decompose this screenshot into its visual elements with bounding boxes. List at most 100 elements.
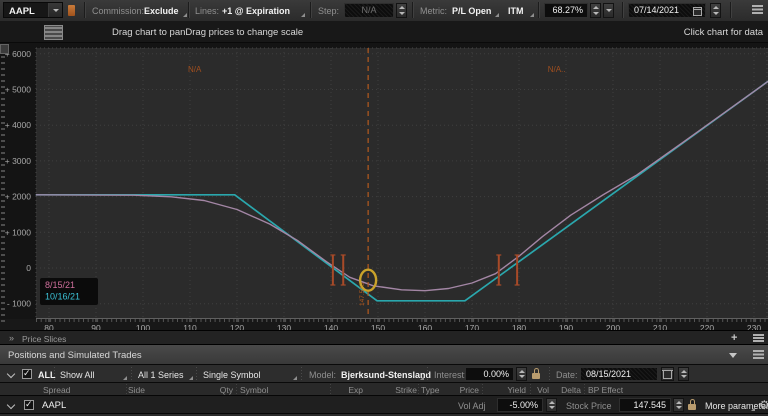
stock-price-lock-icon[interactable] [688, 399, 697, 411]
probability-input[interactable]: 68.27% [544, 3, 588, 18]
model-date-input[interactable]: 08/15/2021 [580, 367, 658, 381]
date-stepper[interactable] [710, 3, 721, 18]
dropdown-fold-icon [495, 13, 499, 17]
price-slices-menu-button[interactable] [753, 334, 765, 343]
check-icon: ✓ [25, 399, 33, 409]
x-axis-label: 160 [418, 323, 432, 330]
vol-adj-stepper[interactable] [546, 398, 557, 412]
x-axis-label: 170 [465, 323, 479, 330]
symbol-dropdown-arrow[interactable] [48, 3, 62, 17]
divider [538, 2, 539, 18]
divider [131, 367, 132, 381]
vol-adj-label: Vol Adj [458, 401, 486, 411]
dropdown-fold-icon [123, 376, 127, 380]
dropdown-fold-icon [530, 13, 534, 17]
stock-price-stepper[interactable] [673, 398, 684, 412]
price-slices-row[interactable]: » Price Slices + [0, 330, 768, 345]
chart-scrollbar-track[interactable] [1, 56, 5, 326]
y-axis-label: + 1000 [5, 227, 32, 237]
divider [549, 367, 550, 381]
model-dropdown[interactable]: Bjerksund-Stensland [341, 370, 431, 380]
calendar-icon[interactable] [693, 7, 702, 16]
y-axis-label: + 2000 [5, 192, 32, 202]
chevron-down-icon[interactable] [7, 401, 15, 409]
na-label: N/A.. [548, 65, 566, 74]
step-label: Step: [318, 6, 339, 16]
stock-price-label: Stock Price [566, 401, 612, 411]
lines-dropdown[interactable]: +1 @ Expiration [222, 6, 290, 16]
divider [126, 384, 127, 395]
positions-menu-button[interactable] [753, 350, 765, 360]
date-input[interactable]: 07/14/2021 [628, 3, 706, 18]
positions-table-header: Spread Side Qty Symbol Exp Strike Type P… [0, 382, 768, 396]
toolbar-menu-button[interactable] [752, 5, 764, 16]
commission-dropdown[interactable]: Exclude [144, 6, 179, 16]
all-checkbox[interactable]: ✓ [22, 369, 32, 379]
legend-entry: 10/16/21 [45, 292, 80, 302]
dropdown-fold-icon [301, 13, 305, 17]
drag-hint-text: Drag chart to panDrag prices to change s… [112, 27, 303, 38]
interest-input[interactable]: 0.00% [465, 367, 514, 381]
x-axis-label: 110 [183, 323, 197, 330]
show-all-dropdown[interactable]: Show All [60, 370, 95, 380]
divider [84, 2, 85, 18]
divider [196, 367, 197, 381]
column-header-delta: Delta [544, 385, 581, 395]
symbol-combobox[interactable]: AAPL [3, 2, 63, 18]
x-axis-label: 130 [277, 323, 291, 330]
date-value: 07/14/2021 [634, 5, 679, 15]
collapse-button[interactable] [729, 353, 737, 358]
lines-label: Lines: [195, 6, 219, 16]
series-filter-dropdown[interactable]: All 1 Series [138, 370, 184, 380]
chevron-down-icon[interactable] [7, 370, 15, 378]
column-header-qty: Qty [196, 385, 233, 395]
symbol-filter-dropdown[interactable]: Single Symbol [203, 370, 261, 380]
y-axis-label: + 4000 [5, 120, 32, 130]
add-price-slice-button[interactable]: + [731, 332, 737, 344]
divider [330, 384, 331, 395]
top-toolbar: AAPL Commission: Exclude Lines: +1 @ Exp… [0, 0, 768, 22]
stock-price-input[interactable]: 147.545 [619, 398, 671, 412]
x-axis-label: 210 [653, 323, 667, 330]
x-axis-label: 180 [512, 323, 526, 330]
vol-adj-input[interactable]: -5.00% [497, 398, 543, 412]
check-icon: ✓ [23, 368, 31, 378]
dropdown-fold-icon [189, 376, 193, 380]
divider [482, 384, 483, 395]
interest-stepper[interactable] [516, 367, 527, 381]
x-axis-label: 190 [559, 323, 573, 330]
x-axis-label: 120 [230, 323, 244, 330]
column-header-strike: Strike [375, 385, 417, 395]
x-axis-label: 220 [700, 323, 714, 330]
itm-dropdown[interactable]: ITM [508, 6, 524, 16]
position-row-aapl: ✓ AAPL Vol Adj -5.00% Stock Price 147.54… [0, 395, 768, 414]
step-input[interactable]: N/A [344, 3, 394, 18]
chart-thumbnail-icon [44, 25, 63, 40]
dropdown-fold-icon [183, 13, 187, 17]
settings-gear-icon[interactable]: ⚙ [759, 398, 768, 412]
interest-label: Interest: [434, 370, 467, 380]
aapl-checkbox[interactable]: ✓ [24, 400, 34, 410]
column-header-symbol: Symbol [240, 385, 268, 395]
divider [730, 2, 731, 18]
step-stepper[interactable] [396, 3, 407, 18]
column-header-side: Side [128, 385, 145, 395]
y-axis-label: + 5000 [5, 85, 32, 95]
model-date-stepper[interactable] [678, 367, 689, 381]
divider [188, 2, 189, 18]
metric-dropdown[interactable]: P/L Open [452, 6, 491, 16]
link-icon[interactable] [68, 5, 75, 16]
interest-lock-icon[interactable] [532, 368, 541, 380]
symbol-value: AAPL [9, 6, 35, 17]
model-date-label: Date: [556, 370, 578, 380]
model-date-calendar-button[interactable] [661, 367, 674, 381]
probability-stepper[interactable] [590, 3, 601, 18]
probability-dropdown-button[interactable] [603, 3, 614, 18]
chevron-down-icon [53, 9, 59, 12]
plot-background[interactable] [36, 48, 768, 318]
divider [301, 367, 302, 381]
chart-scrollbar-handle[interactable] [0, 44, 9, 54]
x-axis-label: 90 [91, 323, 101, 330]
pl-chart[interactable]: + 6000+ 5000+ 4000+ 3000+ 2000+ 10000- 1… [0, 42, 768, 330]
expand-icon[interactable]: » [9, 333, 14, 343]
